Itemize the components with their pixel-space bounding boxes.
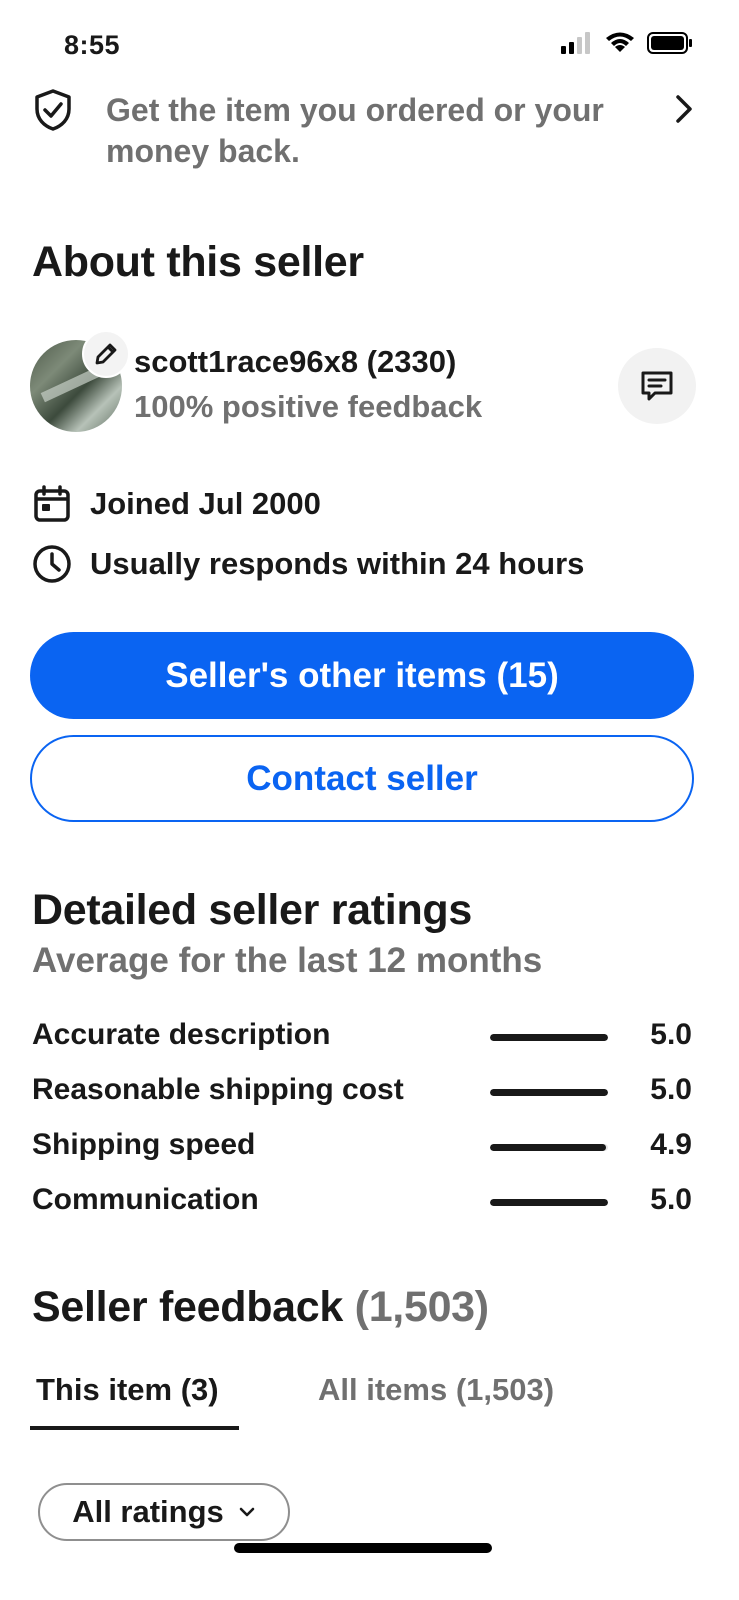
rating-label: Reasonable shipping cost [32, 1073, 404, 1106]
about-seller-heading: About this seller [32, 238, 364, 286]
cellular-signal-icon [561, 32, 590, 54]
joined-info: Joined Jul 2000 [30, 482, 321, 526]
rating-label: Shipping speed [32, 1128, 256, 1161]
rating-value: 5.0 [650, 1018, 692, 1051]
rating-value: 5.0 [650, 1073, 692, 1106]
rating-bar-fill [490, 1199, 608, 1206]
rating-bar [490, 1034, 608, 1041]
seller-feedback-count: (1,503) [354, 1283, 489, 1331]
joined-text: Joined Jul 2000 [90, 486, 321, 521]
rating-bar-fill [490, 1089, 608, 1096]
calendar-icon [30, 482, 74, 526]
rating-bar [490, 1089, 608, 1096]
rating-row-shipping-cost: Reasonable shipping cost 5.0 [32, 1073, 692, 1113]
rating-row-accurate-description: Accurate description 5.0 [32, 1018, 692, 1058]
status-icons [561, 32, 693, 54]
status-bar: 8:55 [0, 0, 739, 90]
ratings-filter-dropdown[interactable]: All ratings [38, 1483, 290, 1541]
sellers-other-items-button[interactable]: Seller's other items (15) [30, 632, 694, 719]
contact-seller-button[interactable]: Contact seller [30, 735, 694, 822]
rating-value: 5.0 [650, 1183, 692, 1216]
seller-feedback-title: Seller feedback [32, 1283, 344, 1331]
battery-icon [647, 32, 692, 54]
seller-summary: scott1race96x8 (2330) 100% positive feed… [30, 330, 710, 436]
chevron-down-icon [238, 1506, 256, 1518]
ratings-filter-label: All ratings [72, 1494, 224, 1529]
seller-name[interactable]: scott1race96x8 (2330) [134, 344, 456, 380]
detailed-ratings-subtitle: Average for the last 12 months [32, 941, 543, 980]
detailed-ratings-heading: Detailed seller ratings [32, 886, 473, 934]
tab-all-items[interactable]: All items (1,503) [318, 1372, 554, 1408]
status-time: 8:55 [64, 30, 121, 60]
message-icon [641, 371, 673, 401]
shield-check-icon [35, 89, 71, 131]
tab-this-item[interactable]: This item (3) [36, 1372, 219, 1408]
response-time-info: Usually responds within 24 hours [30, 542, 584, 586]
message-seller-button[interactable] [618, 348, 696, 424]
rating-row-shipping-speed: Shipping speed 4.9 [32, 1128, 692, 1168]
seller-feedback-heading: Seller feedback (1,503) [32, 1283, 489, 1332]
active-tab-underline [30, 1426, 239, 1430]
wifi-icon [606, 32, 634, 52]
money-back-guarantee[interactable]: Get the item you ordered or your money b… [32, 88, 712, 178]
edit-avatar-button[interactable] [82, 330, 130, 378]
rating-label: Communication [32, 1183, 259, 1216]
rating-row-communication: Communication 5.0 [32, 1183, 692, 1223]
pencil-icon [95, 343, 117, 365]
rating-label: Accurate description [32, 1018, 331, 1051]
rating-bar-fill [490, 1144, 606, 1151]
guarantee-text: Get the item you ordered or your money b… [106, 92, 604, 169]
chevron-right-icon [676, 95, 692, 123]
seller-positive-feedback: 100% positive feedback [134, 389, 483, 424]
rating-bar [490, 1144, 608, 1151]
clock-icon [30, 542, 74, 586]
feedback-tabs: This item (3) All items (1,503) [30, 1372, 710, 1432]
rating-bar [490, 1199, 608, 1206]
response-time-text: Usually responds within 24 hours [90, 546, 585, 581]
rating-value: 4.9 [650, 1128, 692, 1161]
home-indicator[interactable] [234, 1543, 492, 1553]
rating-bar-fill [490, 1034, 608, 1041]
